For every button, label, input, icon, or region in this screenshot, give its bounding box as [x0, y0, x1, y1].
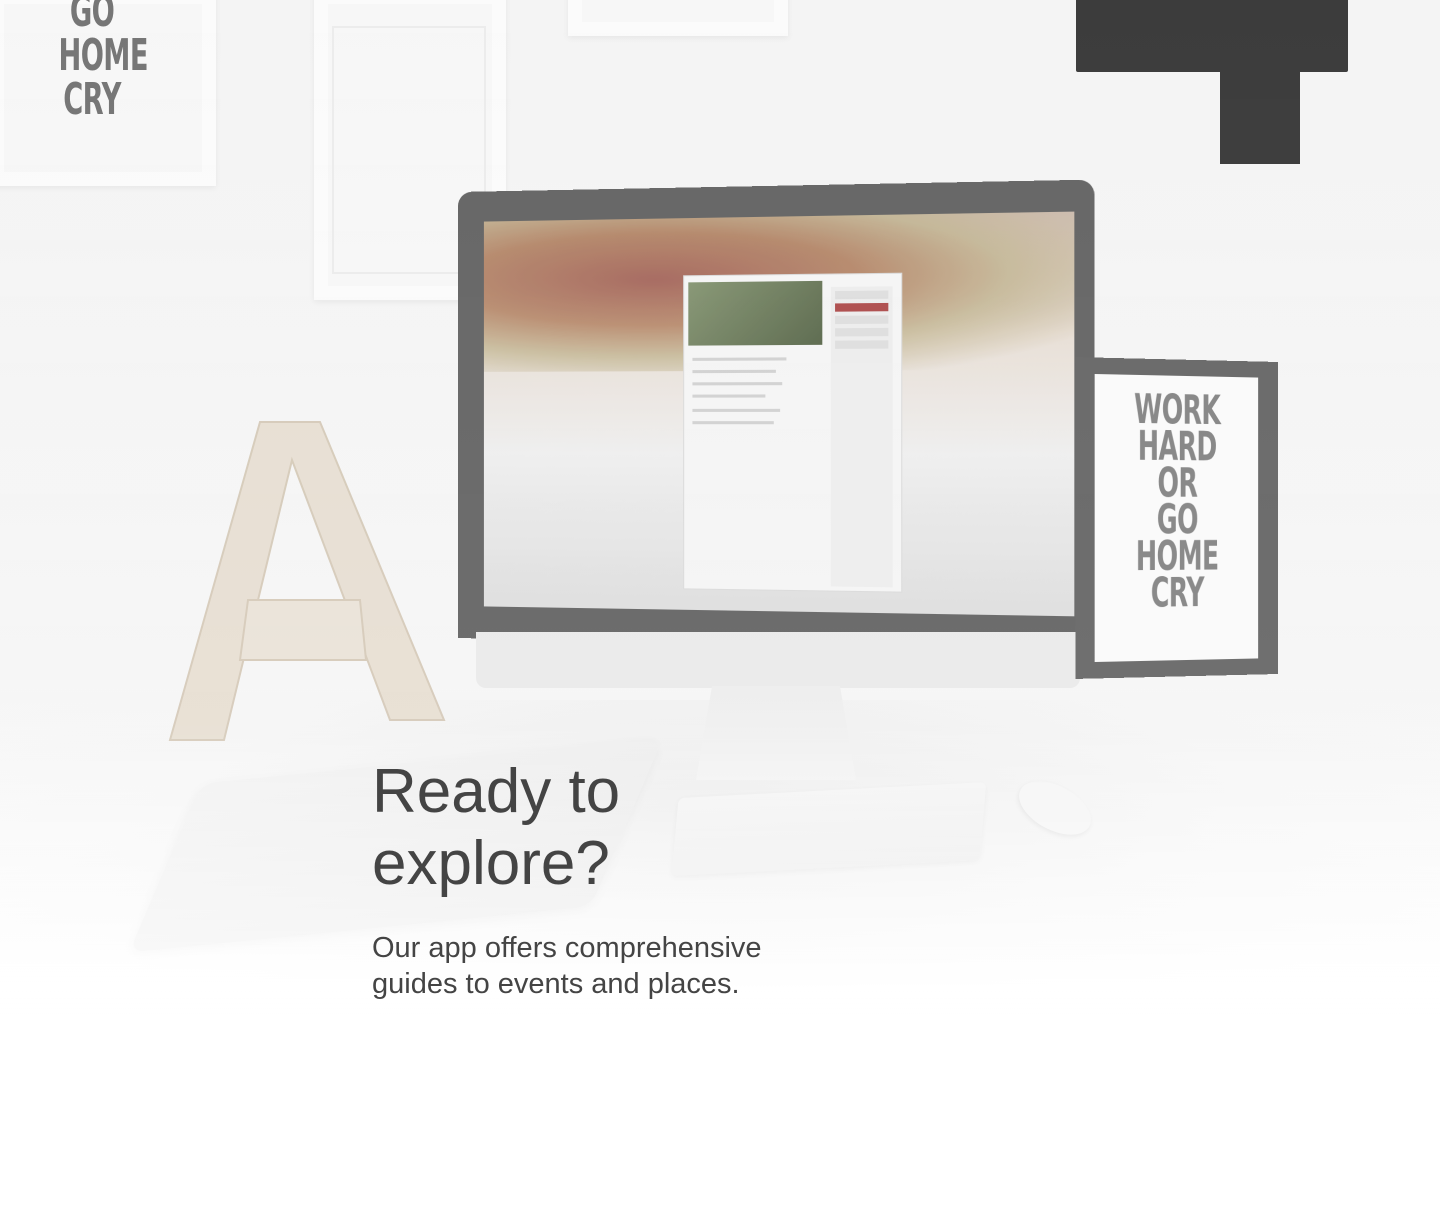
website-text-line	[692, 408, 781, 412]
hero-title: Ready to explore?	[372, 756, 892, 900]
hero-section: Ready to explore? Our app offers compreh…	[372, 756, 892, 1002]
landing-page: GO HOME CRY WORK HARD OR GO HOME CRY Rea…	[0, 0, 1440, 1208]
monitor-screen	[483, 211, 1075, 617]
website-sidebar-item	[835, 290, 889, 300]
wall-frame-top	[568, 0, 788, 36]
imac-monitor	[458, 179, 1095, 780]
hero-subtitle-line-1: Our app offers comprehensive	[372, 932, 762, 964]
background-photo: GO HOME CRY WORK HARD OR GO HOME CRY	[0, 0, 1440, 1208]
website-page	[683, 272, 903, 593]
website-sidebar	[830, 286, 893, 588]
monitor-bezel	[458, 179, 1095, 651]
website-text-line	[692, 357, 787, 361]
website-sidebar-item	[835, 340, 889, 349]
website-text-line	[692, 369, 776, 374]
wall-poster-left: GO HOME CRY	[0, 0, 216, 186]
monitor-chin	[476, 632, 1080, 688]
website-text-line	[692, 394, 766, 398]
website-sidebar-item	[835, 327, 889, 337]
hero-title-line-1: Ready to	[372, 757, 621, 826]
dark-wall-shelf	[1076, 0, 1348, 72]
website-sidebar-item	[835, 315, 889, 325]
website-sidebar-item-active	[835, 302, 889, 312]
website-text-line	[692, 382, 783, 386]
poster-right-paper: WORK HARD OR GO HOME CRY	[1094, 373, 1259, 663]
poster-right-text: WORK HARD OR GO HOME CRY	[1134, 386, 1221, 617]
poster-left-text: GO HOME CRY	[58, 0, 149, 125]
hero-subtitle: Our app offers comprehensive guides to e…	[372, 930, 812, 1002]
website-text-line	[692, 421, 774, 425]
hero-subtitle-line-2: guides to events and places.	[372, 968, 740, 1000]
wooden-letter-a	[168, 421, 446, 741]
website-hero-image	[688, 280, 823, 346]
dark-wall-shelf-leg	[1220, 60, 1300, 164]
wall-poster-right: WORK HARD OR GO HOME CRY	[1075, 357, 1278, 679]
hero-title-line-2: explore?	[372, 829, 610, 898]
